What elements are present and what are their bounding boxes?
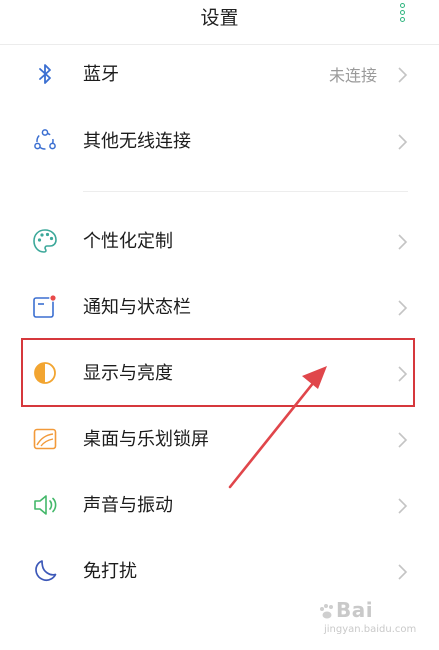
paw-logo-icon [320, 604, 333, 619]
pointer-arrow-icon [228, 366, 327, 489]
baidu-watermark: Bai jingyan.baidu.com [318, 598, 430, 642]
watermark-url: jingyan.baidu.com [324, 624, 417, 635]
watermark-brand: Bai [336, 598, 374, 622]
